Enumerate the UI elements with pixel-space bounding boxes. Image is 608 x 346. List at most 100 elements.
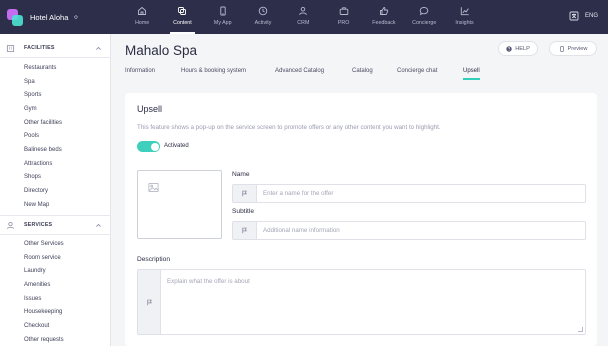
chevron-up-icon bbox=[96, 46, 101, 50]
chart-icon bbox=[460, 7, 469, 16]
nav-my-app-label: My App bbox=[213, 20, 232, 26]
language-flag-button[interactable] bbox=[233, 222, 257, 239]
help-button[interactable]: HELP bbox=[498, 41, 538, 56]
nav-insights-label: Insights bbox=[455, 20, 474, 26]
sidebar: FACILITIES Restaurants Spa Sports Gym Ot… bbox=[0, 34, 111, 346]
language-flag-button[interactable] bbox=[138, 270, 161, 334]
hotel-switcher[interactable]: Hotel Aloha ≎ bbox=[7, 8, 78, 26]
services-icon bbox=[7, 221, 14, 229]
switcher-icon: ≎ bbox=[73, 14, 79, 21]
home-icon bbox=[138, 6, 147, 15]
toggle-knob bbox=[150, 142, 159, 151]
sidebar-item-shops[interactable]: Shops bbox=[24, 174, 41, 180]
sidebar-item-balinese-beds[interactable]: Balinese beds bbox=[24, 147, 62, 153]
nav-activity-label: Activity bbox=[254, 20, 272, 26]
nav-pro-label: PRO bbox=[337, 20, 350, 26]
nav-feedback[interactable]: Feedback bbox=[364, 0, 404, 34]
sidebar-item-directory[interactable]: Directory bbox=[24, 188, 48, 194]
sidebar-item-sports[interactable]: Sports bbox=[24, 92, 41, 98]
subtitle-label: Subtitle bbox=[232, 208, 254, 215]
name-input[interactable] bbox=[263, 188, 553, 199]
chevron-up-icon bbox=[96, 223, 101, 227]
nav-insights[interactable]: Insights bbox=[444, 0, 484, 34]
app-logo bbox=[7, 8, 23, 26]
image-icon bbox=[148, 182, 159, 193]
sidebar-item-restaurants[interactable]: Restaurants bbox=[24, 65, 56, 71]
sidebar-item-gym[interactable]: Gym bbox=[24, 106, 37, 112]
subtitle-input[interactable] bbox=[263, 225, 553, 236]
language-label: ENG bbox=[584, 13, 598, 19]
nav-home-label: Home bbox=[135, 20, 150, 26]
users-icon bbox=[299, 6, 308, 15]
sidebar-item-checkout[interactable]: Checkout bbox=[24, 323, 49, 329]
phone-icon bbox=[220, 6, 226, 16]
upsell-description: This feature shows a pop-up on the servi… bbox=[137, 124, 441, 131]
activated-toggle[interactable] bbox=[137, 141, 160, 152]
tab-hours-booking[interactable]: Hours & booking system bbox=[181, 68, 246, 74]
translate-icon bbox=[569, 11, 579, 21]
tab-information[interactable]: Information bbox=[125, 68, 155, 74]
page-title: Mahalo Spa bbox=[125, 43, 198, 58]
language-selector[interactable]: ENG bbox=[569, 11, 598, 21]
thumbs-up-icon bbox=[379, 7, 389, 15]
content-icon bbox=[178, 7, 187, 15]
building-icon bbox=[6, 44, 15, 52]
sidebar-item-other-facilities[interactable]: Other facilities bbox=[24, 120, 62, 126]
nav-feedback-label: Feedback bbox=[372, 20, 396, 26]
phone-icon bbox=[559, 45, 564, 52]
activity-icon bbox=[258, 6, 268, 16]
sidebar-item-housekeeping[interactable]: Housekeeping bbox=[24, 309, 62, 315]
description-label: Description bbox=[137, 256, 170, 263]
flag-icon bbox=[146, 299, 152, 305]
name-field bbox=[232, 184, 586, 203]
name-label: Name bbox=[232, 171, 250, 178]
nav-home[interactable]: Home bbox=[122, 0, 162, 34]
nav-crm-label: CRM bbox=[297, 20, 310, 26]
sidebar-section-facilities[interactable]: FACILITIES bbox=[0, 41, 111, 55]
image-upload[interactable] bbox=[137, 170, 222, 239]
nav-concierge[interactable]: Concierge bbox=[404, 0, 444, 34]
flag-icon bbox=[242, 190, 247, 197]
sidebar-item-amenities[interactable]: Amenities bbox=[24, 282, 50, 288]
nav-activity[interactable]: Activity bbox=[243, 0, 283, 34]
tab-concierge-chat[interactable]: Concierge chat bbox=[397, 68, 437, 74]
nav-concierge-label: Concierge bbox=[412, 20, 437, 26]
language-flag-button[interactable] bbox=[233, 185, 257, 202]
activated-label: Activated bbox=[164, 143, 189, 149]
preview-label: Preview bbox=[567, 45, 588, 52]
nav-content-label: Content bbox=[173, 20, 192, 26]
hotel-name: Hotel Aloha bbox=[30, 12, 69, 22]
nav-my-app[interactable]: My App bbox=[203, 0, 243, 34]
tab-advanced-catalog[interactable]: Advanced Catalog bbox=[275, 68, 324, 74]
upsell-title: Upsell bbox=[137, 104, 163, 114]
sidebar-item-attractions[interactable]: Attractions bbox=[24, 161, 52, 167]
main-nav: Home Content My App Activity CRM PRO Fee… bbox=[122, 0, 485, 34]
sidebar-section-title: SERVICES bbox=[24, 222, 53, 228]
divider bbox=[0, 215, 111, 216]
description-field bbox=[137, 269, 586, 335]
resize-handle[interactable] bbox=[578, 327, 583, 332]
flag-icon bbox=[242, 227, 247, 234]
briefcase-icon bbox=[339, 7, 348, 15]
sidebar-item-other-services[interactable]: Other Services bbox=[24, 241, 64, 247]
divider bbox=[0, 57, 111, 58]
nav-pro[interactable]: PRO bbox=[323, 0, 363, 34]
divider bbox=[0, 234, 111, 235]
sidebar-section-title: FACILITIES bbox=[24, 45, 55, 51]
sidebar-item-pools[interactable]: Pools bbox=[24, 133, 39, 139]
tab-upsell[interactable]: Upsell bbox=[463, 68, 480, 80]
sidebar-item-laundry[interactable]: Laundry bbox=[24, 268, 46, 274]
sidebar-item-other-requests[interactable]: Other requests bbox=[24, 337, 64, 343]
sidebar-item-issues[interactable]: Issues bbox=[24, 296, 41, 302]
description-textarea[interactable] bbox=[167, 278, 579, 326]
sidebar-item-spa[interactable]: Spa bbox=[24, 79, 35, 85]
preview-button[interactable]: Preview bbox=[549, 41, 597, 56]
nav-crm[interactable]: CRM bbox=[283, 0, 323, 34]
sidebar-section-services[interactable]: SERVICES bbox=[0, 218, 111, 232]
chat-icon bbox=[419, 6, 429, 16]
tab-catalog[interactable]: Catalog bbox=[352, 68, 373, 74]
sidebar-item-new-map[interactable]: New Map bbox=[24, 202, 49, 208]
sidebar-item-room-service[interactable]: Room service bbox=[24, 255, 61, 261]
subtitle-field bbox=[232, 221, 586, 240]
nav-content[interactable]: Content bbox=[162, 0, 202, 34]
